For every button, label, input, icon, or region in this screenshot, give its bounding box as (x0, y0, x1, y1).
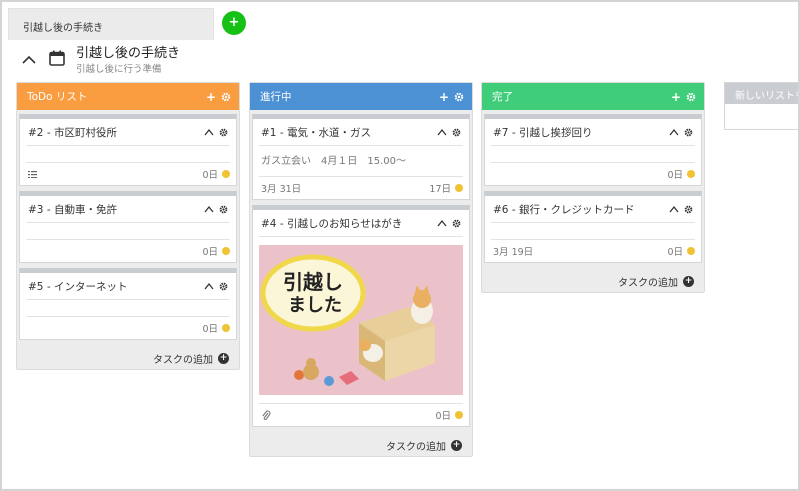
gear-icon[interactable] (221, 92, 231, 102)
task-card[interactable]: #7 - 引越し挨拶回り 0日 (484, 114, 702, 186)
column-title: 完了 (492, 91, 513, 103)
gear-icon[interactable] (452, 128, 461, 137)
add-task-button[interactable]: タスクの追加 + (250, 434, 472, 456)
card-title: #2 - 市区町村役所 (28, 126, 117, 139)
column-todo: ToDo リスト + #2 - 市区町村役所 0日 #3 - 自動車・免許 0日… (16, 82, 240, 370)
status-dot (455, 411, 463, 419)
status-dot (222, 324, 230, 332)
gear-icon[interactable] (684, 128, 693, 137)
app-window: 引越し後の手続き + 引越し後の手続き 引越し後に行う準備 ToDo リスト + (0, 0, 800, 491)
board-subtitle: 引越し後に行う準備 (76, 64, 162, 75)
days-count: 0日 (435, 411, 451, 422)
add-task-label: タスクの追加 (386, 441, 446, 453)
gear-icon[interactable] (219, 282, 228, 291)
board-header: 引越し後の手続き 引越し後に行う準備 (20, 46, 180, 76)
gear-icon[interactable] (686, 92, 696, 102)
add-task-label: タスクの追加 (618, 277, 678, 289)
new-list-column[interactable]: 新しいリストを (724, 82, 798, 130)
add-card-icon[interactable]: + (206, 90, 216, 104)
task-card[interactable]: #1 - 電気・水道・ガス ガス立会い 4月１日 15.00〜 3月 31日 1… (252, 114, 470, 200)
task-card[interactable]: #2 - 市区町村役所 0日 (19, 114, 237, 186)
chevron-up-icon[interactable] (437, 219, 447, 227)
due-date: 3月 19日 (493, 247, 534, 258)
gear-icon[interactable] (454, 92, 464, 102)
status-dot (222, 170, 230, 178)
calendar-icon (49, 50, 65, 66)
postcard-text-line1: 引越し (283, 270, 343, 294)
days-count: 0日 (202, 324, 218, 335)
task-card[interactable]: #6 - 銀行・クレジットカード 3月 19日 0日 (484, 191, 702, 263)
days-count: 0日 (667, 247, 683, 258)
chevron-up-icon[interactable] (204, 128, 214, 136)
new-list-title: 新しいリストを (725, 83, 798, 104)
days-count: 17日 (429, 184, 451, 195)
tab-moving-procedures[interactable]: 引越し後の手続き (8, 8, 214, 40)
card-title: #4 - 引越しのお知らせはがき (261, 217, 403, 230)
add-task-button[interactable]: タスクの追加 + (482, 270, 704, 292)
chevron-up-icon[interactable] (669, 128, 679, 136)
status-dot (222, 247, 230, 255)
gear-icon[interactable] (684, 205, 693, 214)
plus-circle-icon: + (683, 275, 694, 287)
board-title: 引越し後の手続き (76, 46, 181, 61)
chevron-up-icon[interactable] (20, 51, 38, 69)
gear-icon[interactable] (452, 219, 461, 228)
column-header: 進行中 + (250, 83, 472, 110)
card-title: #5 - インターネット (28, 280, 128, 293)
column-header: ToDo リスト + (17, 83, 239, 110)
column-done: 完了 + #7 - 引越し挨拶回り 0日 #6 - 銀行・クレジットカード 3月… (481, 82, 705, 293)
chevron-up-icon[interactable] (669, 205, 679, 213)
column-title: ToDo リスト (27, 91, 88, 103)
gear-icon[interactable] (219, 128, 228, 137)
card-note: ガス立会い 4月１日 15.00〜 (261, 156, 406, 167)
status-dot (687, 247, 695, 255)
tab-bar: 引越し後の手続き + (8, 8, 246, 40)
days-count: 0日 (667, 170, 683, 181)
card-title: #1 - 電気・水道・ガス (261, 126, 371, 139)
task-card[interactable]: #3 - 自動車・免許 0日 (19, 191, 237, 263)
chevron-up-icon[interactable] (437, 128, 447, 136)
status-dot (455, 184, 463, 192)
add-task-label: タスクの追加 (153, 354, 213, 366)
add-card-icon[interactable]: + (671, 90, 681, 104)
card-title: #3 - 自動車・免許 (28, 203, 117, 216)
chevron-up-icon[interactable] (204, 205, 214, 213)
card-title: #6 - 銀行・クレジットカード (493, 203, 635, 216)
add-task-button[interactable]: タスクの追加 + (17, 347, 239, 369)
days-count: 0日 (202, 247, 218, 258)
gear-icon[interactable] (219, 205, 228, 214)
task-card[interactable]: #4 - 引越しのお知らせはがき 引越し ました 0日 (252, 205, 470, 427)
status-dot (687, 170, 695, 178)
column-in-progress: 進行中 + #1 - 電気・水道・ガス ガス立会い 4月１日 15.00〜 3月… (249, 82, 473, 457)
plus-circle-icon: + (451, 439, 462, 451)
paperclip-icon (262, 410, 271, 420)
moving-postcard-illustration: 引越し ました (259, 245, 461, 395)
postcard-image: 引越し ました (259, 245, 463, 395)
card-title: #7 - 引越し挨拶回り (493, 126, 593, 139)
due-date: 3月 31日 (261, 184, 302, 195)
column-title: 進行中 (260, 91, 292, 103)
plus-circle-icon: + (218, 352, 229, 364)
column-header: 完了 + (482, 83, 704, 110)
chevron-up-icon[interactable] (204, 282, 214, 290)
list-icon (28, 170, 37, 178)
task-card[interactable]: #5 - インターネット 0日 (19, 268, 237, 340)
add-tab-button[interactable]: + (222, 11, 246, 35)
add-card-icon[interactable]: + (439, 90, 449, 104)
postcard-text-line2: ました (288, 295, 342, 316)
days-count: 0日 (202, 170, 218, 181)
